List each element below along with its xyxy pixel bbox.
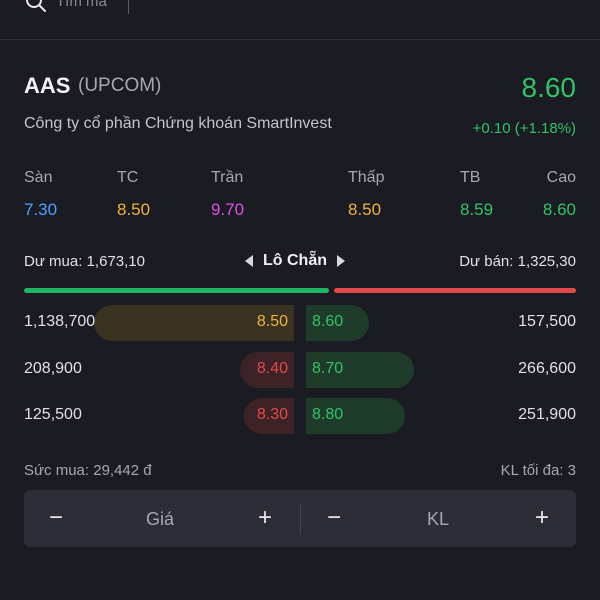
- ref-label-5: Cao: [546, 169, 576, 186]
- price-plus-button[interactable]: +: [253, 504, 277, 532]
- bid-price[interactable]: 8.40: [257, 360, 288, 378]
- bid-volume: 208,900: [24, 360, 82, 377]
- ask-price[interactable]: 8.80: [312, 406, 343, 424]
- lot-label[interactable]: Lô Chẵn: [263, 252, 327, 270]
- sell-total: Dư bán: 1,325,30: [459, 253, 576, 270]
- bid-volume: 125,500: [24, 406, 82, 423]
- ref-value-5: 8.60: [542, 200, 576, 219]
- ref-label-0: Sàn: [24, 169, 53, 186]
- ref-label-3: Thấp: [348, 169, 385, 186]
- ref-value-0: 7.30: [24, 200, 58, 219]
- price-minus-button[interactable]: −: [44, 504, 68, 532]
- search-input[interactable]: Tìm mã: [56, 0, 107, 10]
- ask-price[interactable]: 8.60: [312, 313, 343, 331]
- ask-volume: 251,900: [518, 406, 576, 423]
- ref-label-1: TC: [117, 169, 139, 186]
- input-divider: [300, 504, 301, 534]
- current-price: 8.60: [521, 72, 577, 103]
- ref-value-1: 8.50: [117, 200, 151, 219]
- search-divider: [128, 0, 129, 14]
- price-input[interactable]: Giá: [146, 509, 174, 530]
- max-quantity: KL tối đa: 3: [500, 462, 576, 479]
- ask-volume: 157,500: [518, 313, 576, 330]
- company-name: Công ty cổ phần Chứng khoán SmartInvest: [24, 115, 332, 132]
- exchange-label: (UPCOM): [78, 75, 162, 96]
- order-book-row: 1,138,700 8.50 8.60 157,500: [0, 305, 600, 341]
- order-input-box: − Giá + − KL +: [24, 490, 576, 547]
- bid-price[interactable]: 8.50: [257, 313, 288, 331]
- qty-plus-button[interactable]: +: [530, 504, 554, 532]
- buy-total: Dư mua: 1,673,10: [24, 253, 145, 270]
- ref-value-3: 8.50: [348, 200, 382, 219]
- order-book-row: 208,900 8.40 8.70 266,600: [0, 352, 600, 388]
- top-bar: Tìm mã: [0, 0, 600, 40]
- arrow-left-icon[interactable]: [245, 255, 253, 267]
- ask-price[interactable]: 8.70: [312, 360, 343, 378]
- bid-volume: 1,138,700: [24, 313, 96, 330]
- sell-ratio-bar: [334, 288, 576, 293]
- ref-label-4: TB: [460, 169, 481, 186]
- buy-ratio-bar: [24, 288, 329, 293]
- bid-price[interactable]: 8.30: [257, 406, 288, 424]
- arrow-right-icon[interactable]: [337, 255, 345, 267]
- ref-label-2: Trần: [211, 169, 244, 186]
- order-book-row: 125,500 8.30 8.80 251,900: [0, 398, 600, 434]
- lot-selector: Lô Chẵn: [245, 252, 345, 270]
- ref-value-2: 9.70: [211, 200, 245, 219]
- qty-input[interactable]: KL: [427, 509, 449, 530]
- search-icon[interactable]: [24, 0, 48, 14]
- ref-value-4: 8.59: [460, 200, 494, 219]
- ticker-symbol: AAS: [24, 73, 71, 98]
- buying-power: Sức mua: 29,442 đ: [24, 462, 152, 479]
- ask-volume: 266,600: [518, 360, 576, 377]
- qty-minus-button[interactable]: −: [322, 504, 346, 532]
- price-change: +0.10 (+1.18%): [472, 120, 576, 137]
